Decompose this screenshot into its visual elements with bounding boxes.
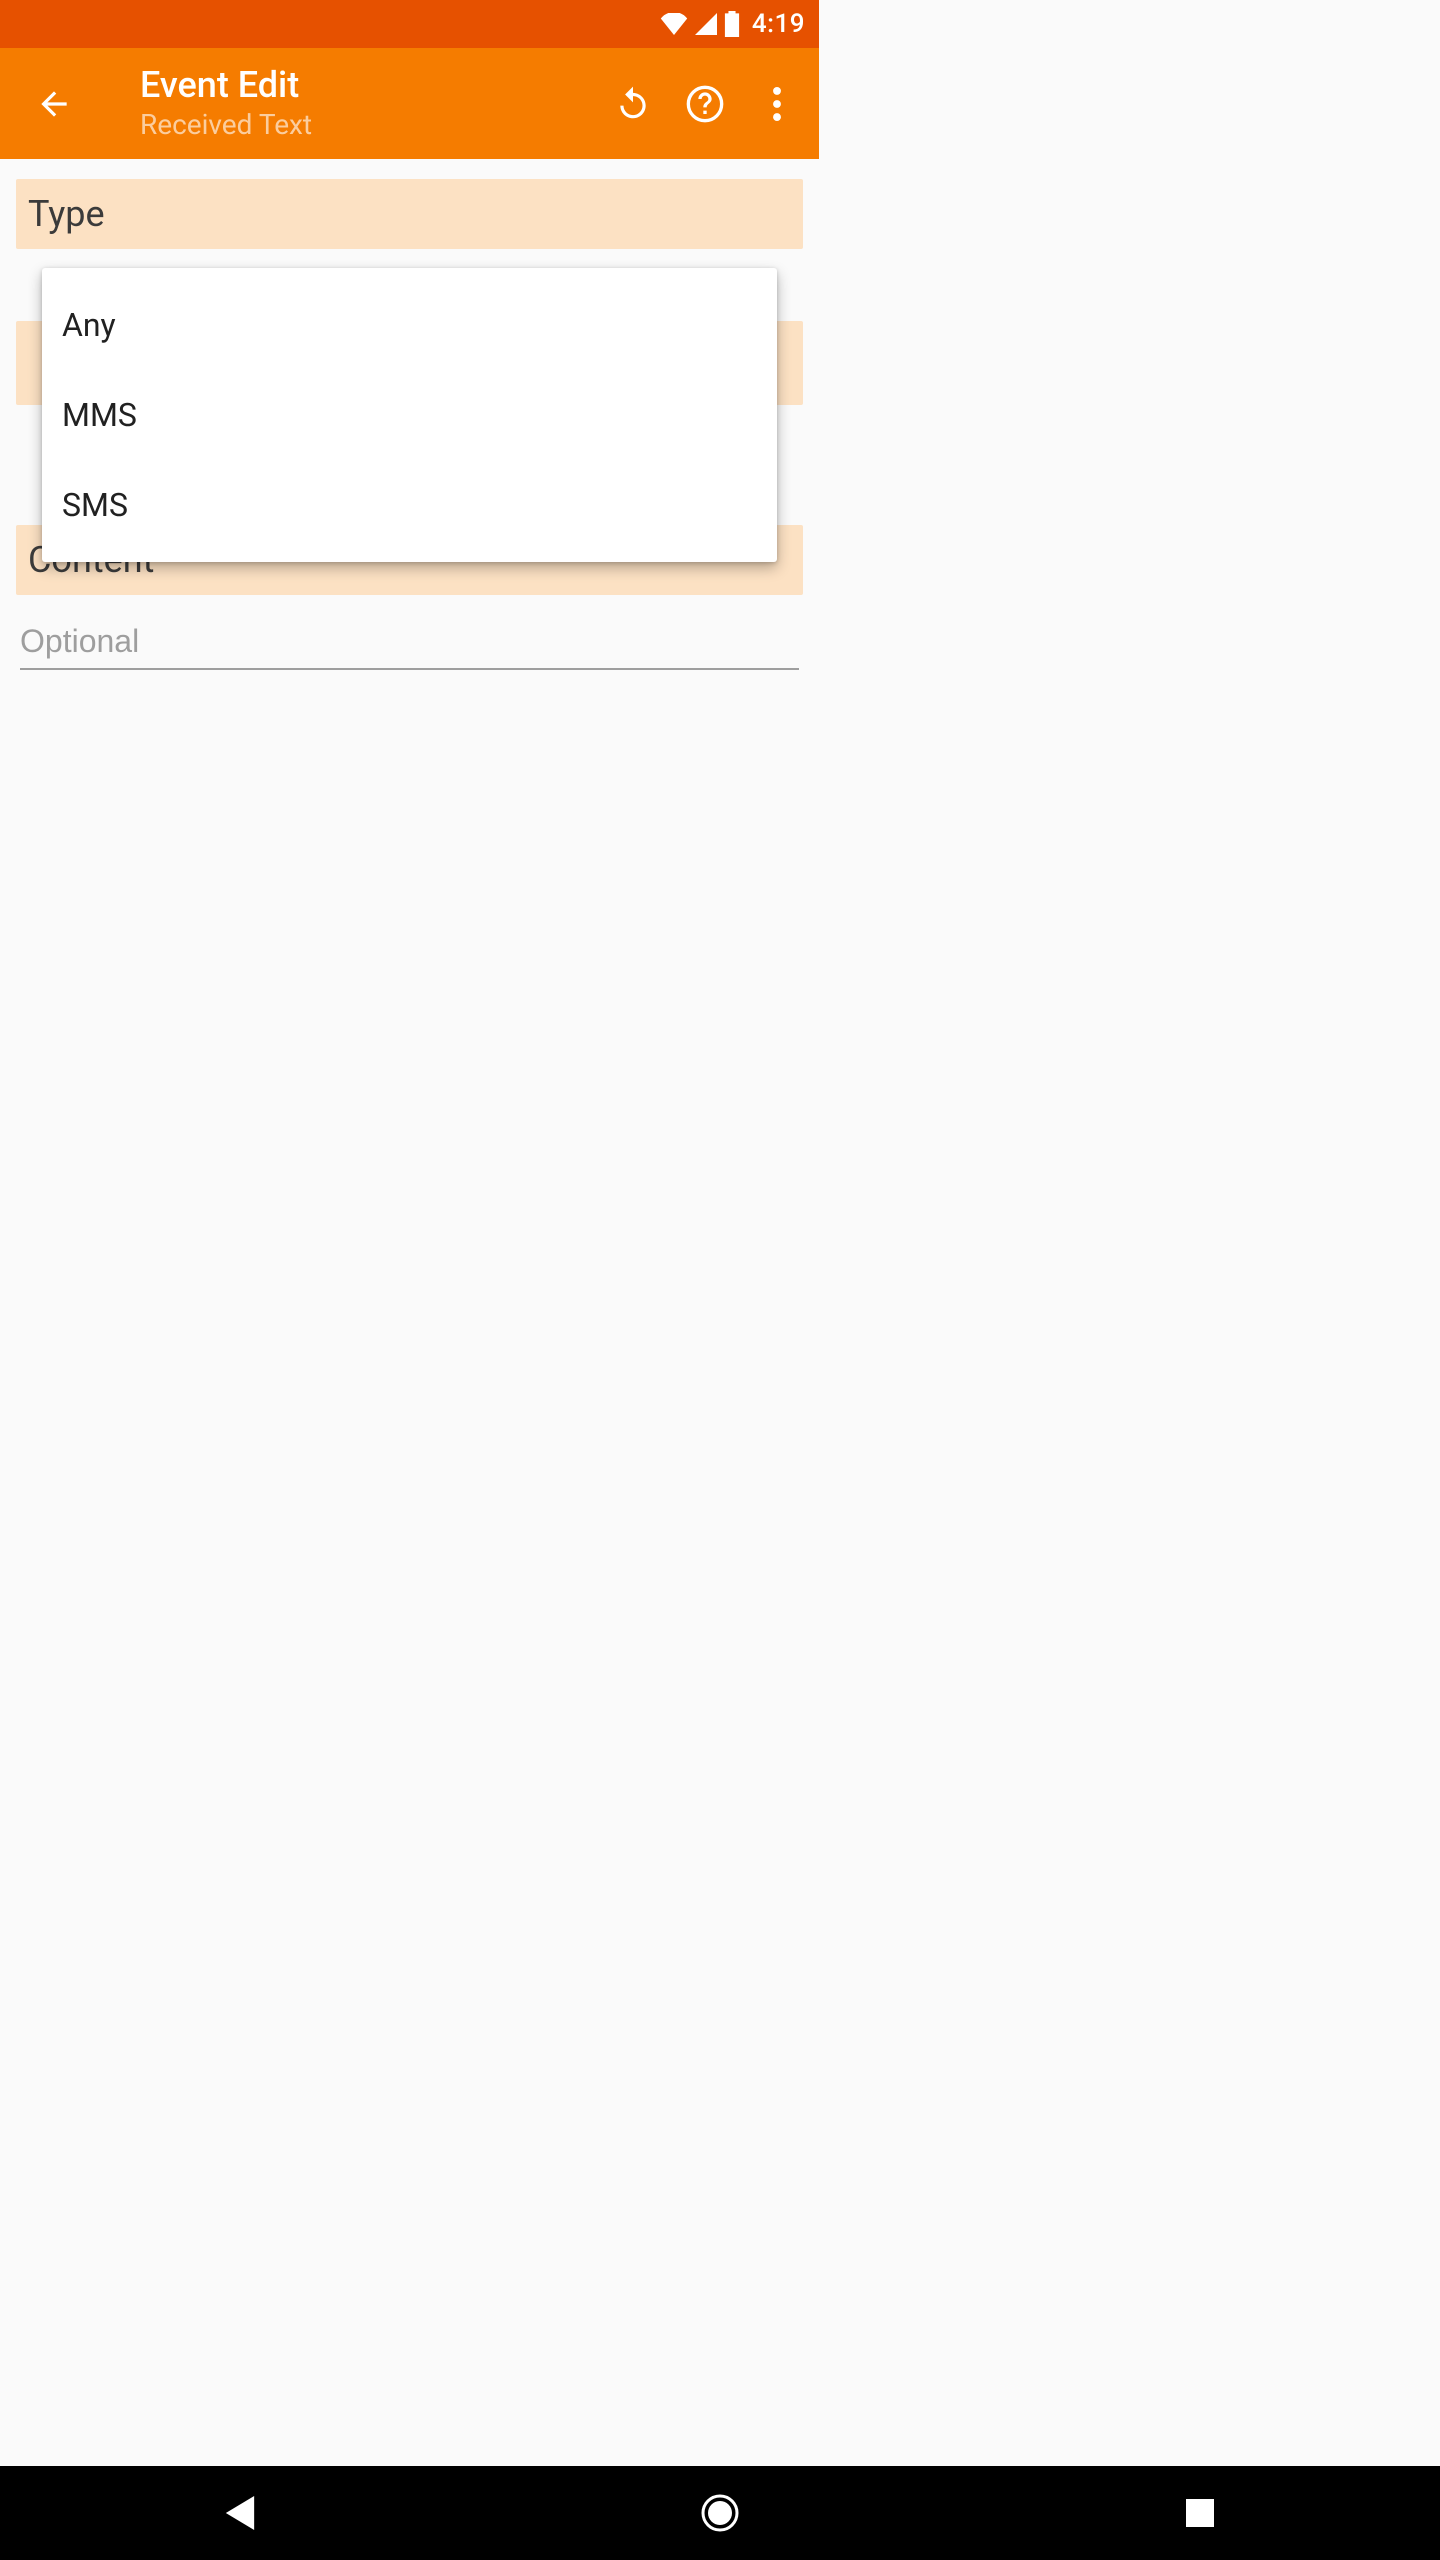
content-input-row [16,617,803,670]
titles: Event Edit Received Text [108,66,597,141]
dropdown-option-mms[interactable]: MMS [42,370,777,460]
nav-bar [0,2466,1440,2560]
dropdown-option-any[interactable]: Any [42,280,777,370]
help-button[interactable] [669,68,741,140]
back-button[interactable] [0,48,108,159]
undo-button[interactable] [597,68,669,140]
page-title: Event Edit [140,66,597,106]
action-icons [597,68,819,140]
status-bar: 4:19 [0,0,819,48]
type-section-header: Type [16,179,803,249]
nav-home-button[interactable] [660,2466,780,2560]
nav-back-button[interactable] [180,2466,300,2560]
overflow-menu-button[interactable] [741,68,813,140]
content-input[interactable] [20,617,799,670]
status-time: 4:19 [752,9,805,39]
dropdown-option-sms[interactable]: SMS [42,460,777,550]
action-bar: Event Edit Received Text [0,48,819,159]
battery-icon [724,11,740,37]
cell-signal-icon [694,13,718,35]
wifi-icon [660,13,688,35]
type-dropdown: Any MMS SMS [42,268,777,562]
nav-recents-button[interactable] [1140,2466,1260,2560]
page-subtitle: Received Text [140,108,597,141]
